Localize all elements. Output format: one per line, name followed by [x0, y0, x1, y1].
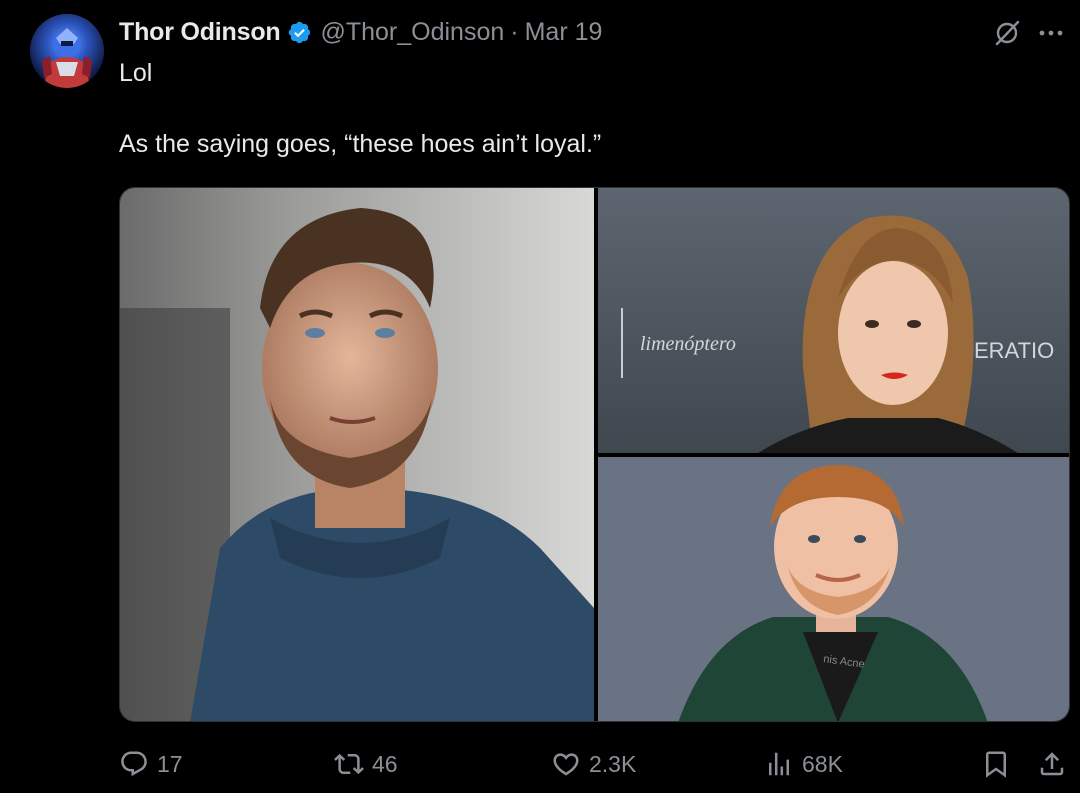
tweet-top-right-controls [992, 18, 1066, 48]
tweet-action-bar: 17 46 2.3K 68K [119, 745, 1070, 785]
verified-badge-icon [287, 20, 312, 45]
views-count: 68K [802, 750, 843, 777]
repost-count: 46 [372, 750, 398, 777]
portrait-man-green-jacket-image: nis Acne [598, 457, 1069, 721]
share-button[interactable] [1037, 745, 1067, 783]
tweet-media-grid: limenóptero ERATIO nis Acne [119, 187, 1070, 722]
reply-button[interactable]: 17 [119, 745, 183, 783]
media-photo-top-right[interactable]: limenóptero ERATIO [598, 188, 1069, 453]
media-photo-left[interactable] [120, 188, 594, 721]
like-button[interactable]: 2.3K [551, 745, 636, 783]
tweet-text-line-1: Lol [119, 59, 153, 87]
portrait-man-blue-sweater-image [120, 188, 594, 721]
bookmark-icon [986, 751, 1006, 778]
portrait-woman-press-backdrop-image: limenóptero ERATIO [598, 188, 1069, 453]
avatar-image [30, 14, 104, 88]
svg-text:limenóptero: limenóptero [640, 333, 736, 355]
more-options-icon[interactable] [1036, 18, 1066, 48]
like-count: 2.3K [589, 750, 637, 777]
grok-icon[interactable] [992, 18, 1022, 48]
views-chart-icon [769, 752, 789, 776]
separator-dot: · [510, 17, 519, 46]
tweet-header: Thor Odinson @Thor_Odinson · Mar 19 [119, 17, 602, 47]
media-photo-bottom-right[interactable]: nis Acne [598, 457, 1069, 721]
tweet-text-line-2: As the saying goes, “these hoes ain’t lo… [119, 130, 602, 158]
share-icon [1040, 752, 1064, 776]
author-display-name[interactable]: Thor Odinson [119, 18, 281, 47]
tweet-date[interactable]: Mar 19 [525, 18, 603, 47]
bookmark-button[interactable] [981, 745, 1011, 783]
views-button[interactable]: 68K [764, 745, 843, 783]
reply-icon [121, 751, 147, 777]
reply-count: 17 [157, 750, 183, 777]
heart-icon [553, 753, 579, 776]
tweet[interactable]: Thor Odinson @Thor_Odinson · Mar 19 Lol [0, 0, 1080, 793]
avatar[interactable] [30, 14, 104, 88]
author-handle[interactable]: @Thor_Odinson [320, 18, 504, 47]
repost-icon [334, 753, 364, 775]
repost-button[interactable]: 46 [334, 745, 398, 783]
svg-text:ERATIO: ERATIO [974, 338, 1054, 363]
